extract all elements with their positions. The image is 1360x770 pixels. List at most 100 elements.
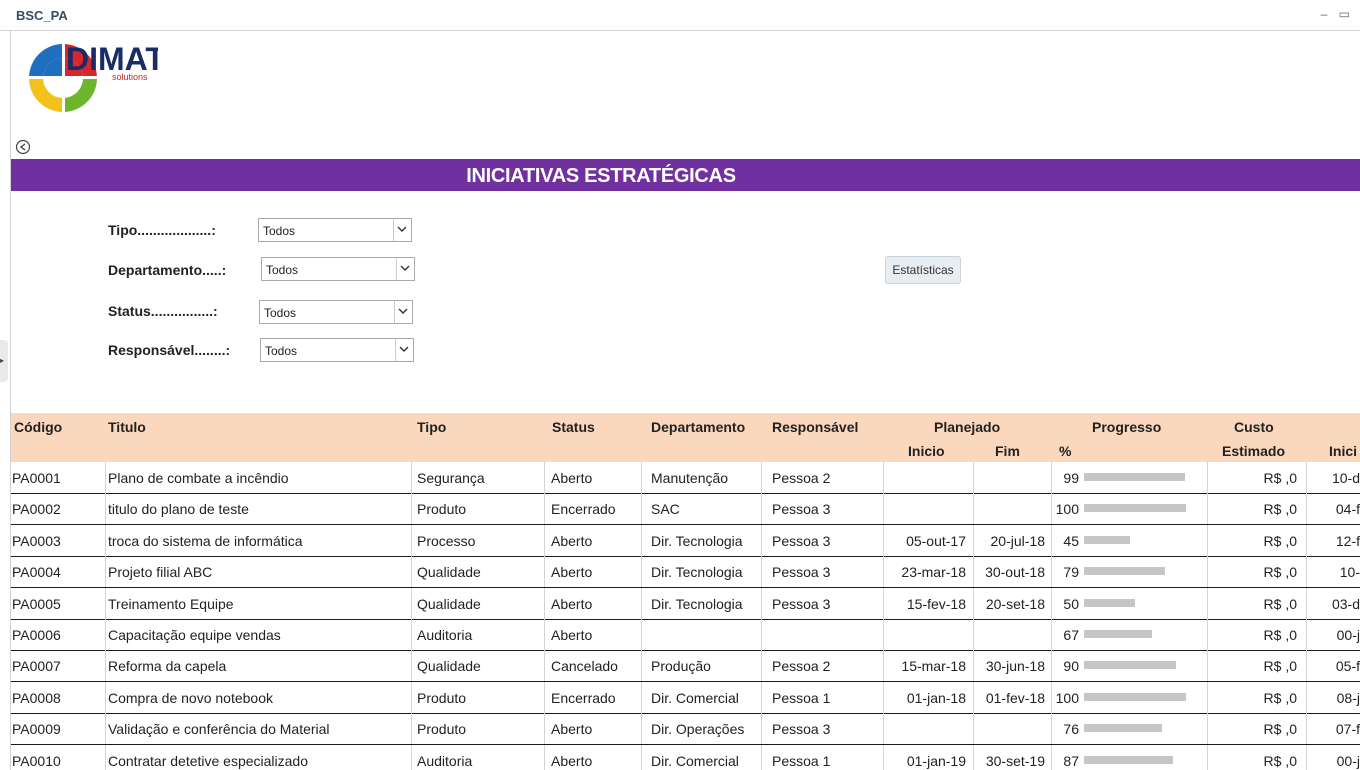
- cell-status: Aberto: [551, 627, 593, 643]
- column-divider: [883, 587, 884, 619]
- header-fim[interactable]: Fim: [995, 443, 1020, 459]
- cell-tipo: Processo: [417, 532, 476, 549]
- cell-pct: 79: [1063, 564, 1079, 581]
- cell-inicio-real: 03-d: [1331, 595, 1360, 612]
- tipo-select[interactable]: Todos: [258, 218, 412, 242]
- column-divider: [641, 587, 642, 619]
- column-divider: [761, 744, 762, 770]
- column-divider: [761, 462, 762, 493]
- column-divider: [544, 650, 545, 682]
- column-divider: [105, 462, 106, 493]
- cell-responsavel: Pessoa 3: [772, 595, 831, 612]
- progress-bar: [1084, 535, 1130, 544]
- column-divider: [1051, 462, 1052, 493]
- window-title: BSC_PA: [16, 8, 68, 23]
- table-row[interactable]: PA0005 Treinamento Equipe Qualidade Aberto D…: [11, 587, 1360, 620]
- cell-custo: R$ ,0: [1263, 501, 1297, 518]
- column-divider: [641, 556, 642, 588]
- column-divider: [883, 650, 884, 682]
- cell-custo: R$ ,0: [1263, 689, 1297, 706]
- progress-bar: [1084, 724, 1162, 733]
- filter-label-status: Status................:: [108, 303, 218, 319]
- column-divider: [411, 619, 412, 650]
- back-icon[interactable]: [15, 139, 31, 155]
- table-row[interactable]: PA0002 titulo do plano de teste Produto Enc…: [11, 493, 1360, 526]
- window-controls[interactable]: – ▭: [1321, 7, 1354, 21]
- chevron-down-icon[interactable]: [393, 219, 411, 241]
- chevron-down-icon[interactable]: [395, 339, 413, 361]
- tipo-select-value: Todos: [263, 224, 296, 238]
- cell-pct: 100: [1055, 689, 1079, 706]
- statistics-button[interactable]: Estatísticas: [885, 256, 961, 284]
- header-status[interactable]: Status: [552, 419, 595, 435]
- column-divider: [1207, 493, 1208, 525]
- column-divider: [1207, 587, 1208, 619]
- side-panel-toggle-icon[interactable]: ▸: [0, 340, 8, 382]
- departamento-select[interactable]: Todos: [261, 257, 415, 281]
- column-divider: [1051, 681, 1052, 713]
- column-divider: [1306, 713, 1307, 745]
- column-divider: [1051, 650, 1052, 682]
- cell-custo: R$ ,0: [1263, 470, 1297, 486]
- table-row[interactable]: PA0010 Contratar detetive especializado Au…: [11, 744, 1360, 770]
- table-row[interactable]: PA0007 Reforma da capela Qualidade Cancelad…: [11, 650, 1360, 683]
- cell-pct: 100: [1055, 501, 1079, 518]
- responsavel-select[interactable]: Todos: [260, 338, 414, 362]
- column-divider: [1207, 524, 1208, 556]
- table-row[interactable]: PA0008 Compra de novo notebook Produto Ence…: [11, 681, 1360, 714]
- column-divider: [1051, 493, 1052, 525]
- header-codigo[interactable]: Código: [14, 419, 62, 435]
- column-divider: [1207, 650, 1208, 682]
- table-row[interactable]: PA0003 troca do sistema de informática Pro…: [11, 524, 1360, 557]
- chevron-down-icon[interactable]: [396, 258, 414, 280]
- cell-pct: 50: [1063, 595, 1079, 612]
- cell-inicio-real: 12-f: [1335, 532, 1360, 549]
- header-progresso: Progresso: [1092, 419, 1162, 435]
- cell-tipo: Produto: [417, 501, 467, 518]
- cell-custo: R$ ,0: [1263, 564, 1297, 581]
- column-divider: [641, 681, 642, 713]
- cell-status: Aberto: [551, 721, 593, 738]
- column-divider: [105, 619, 106, 650]
- column-divider: [544, 587, 545, 619]
- header-inicio[interactable]: Inicio: [908, 443, 945, 459]
- cell-responsavel: Pessoa 3: [772, 532, 831, 549]
- cell-codigo: PA0004: [12, 564, 61, 581]
- table-row[interactable]: PA0006 Capacitação equipe vendas Auditoria…: [11, 619, 1360, 651]
- column-divider: [544, 681, 545, 713]
- cell-inicio: 01-jan-19: [906, 752, 966, 769]
- header-tipo[interactable]: Tipo: [417, 419, 446, 435]
- column-divider: [1051, 619, 1052, 650]
- header-titulo[interactable]: Titulo: [108, 419, 146, 435]
- cell-status: Aberto: [551, 595, 593, 612]
- column-divider: [1306, 650, 1307, 682]
- cell-tipo: Segurança: [417, 470, 485, 486]
- table-row[interactable]: PA0001 Plano de combate a incêndio Seguran…: [11, 462, 1360, 494]
- cell-pct: 67: [1063, 627, 1079, 643]
- cell-pct: 90: [1063, 658, 1079, 675]
- cell-custo: R$ ,0: [1263, 627, 1297, 643]
- cell-fim: 30-out-18: [985, 564, 1045, 581]
- cell-custo: R$ ,0: [1263, 532, 1297, 549]
- table-row[interactable]: PA0009 Validação e conferência do Materia…: [11, 713, 1360, 746]
- cell-status: Encerrado: [551, 501, 616, 518]
- header-estimado[interactable]: Estimado: [1222, 443, 1285, 459]
- column-divider: [411, 744, 412, 770]
- header-departamento[interactable]: Departamento: [651, 419, 745, 435]
- header-inicio-real[interactable]: Inici: [1329, 443, 1357, 459]
- column-divider: [544, 524, 545, 556]
- column-divider: [544, 744, 545, 770]
- dimat-logo: DIMAT solutions: [28, 41, 158, 114]
- header-responsavel[interactable]: Responsável: [772, 419, 858, 435]
- column-divider: [544, 556, 545, 588]
- filter-label-departamento: Departamento.....:: [108, 262, 227, 278]
- column-divider: [105, 744, 106, 770]
- status-select[interactable]: Todos: [259, 300, 413, 324]
- column-divider: [641, 650, 642, 682]
- column-divider: [1306, 619, 1307, 650]
- column-divider: [761, 556, 762, 588]
- column-divider: [973, 524, 974, 556]
- table-row[interactable]: PA0004 Projeto filial ABC Qualidade Aberto D…: [11, 556, 1360, 589]
- header-percent[interactable]: %: [1059, 443, 1071, 459]
- chevron-down-icon[interactable]: [394, 301, 412, 323]
